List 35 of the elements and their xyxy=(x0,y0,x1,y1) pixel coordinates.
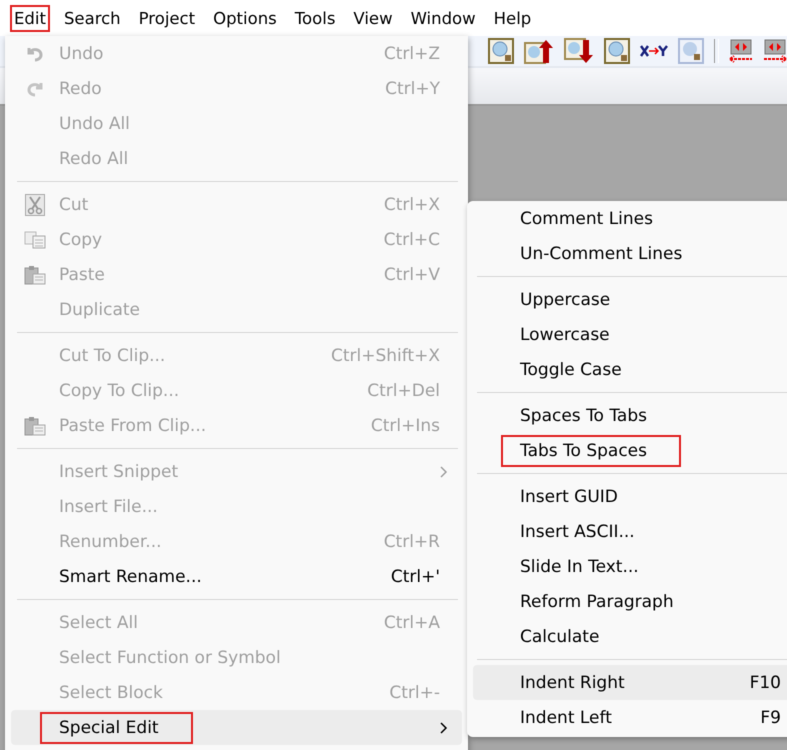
menu-bar-item[interactable]: Options xyxy=(204,4,286,32)
web-search-icon[interactable] xyxy=(678,38,704,64)
clipboard-icon xyxy=(24,416,46,436)
find-down-icon[interactable] xyxy=(564,38,594,64)
scissors-icon xyxy=(25,194,45,216)
menu-item[interactable]: Smart Rename... Ctrl+' xyxy=(11,559,462,594)
menu-bar-item[interactable]: Search xyxy=(54,4,130,32)
copy-icon xyxy=(24,230,46,248)
menu-bar-item[interactable]: Edit xyxy=(10,4,50,32)
menu-bar-item[interactable]: Window xyxy=(402,4,485,32)
menu-item[interactable]: Insert GUID xyxy=(473,479,787,514)
bookmark-left-icon[interactable] xyxy=(729,39,753,63)
menu-item[interactable]: Toggle Case xyxy=(473,352,787,387)
magnifier-icon[interactable] xyxy=(604,38,630,64)
menu-item[interactable]: Reform Paragraph xyxy=(473,584,787,619)
menu-item[interactable]: Calculate xyxy=(473,619,787,654)
magnifier-icon[interactable] xyxy=(488,38,514,64)
menu-bar-item[interactable]: Tools xyxy=(286,4,344,32)
menu-bar-item[interactable]: View xyxy=(344,4,402,32)
bookmark-right-icon[interactable] xyxy=(763,39,787,63)
swap-icon[interactable] xyxy=(640,44,668,58)
menu-item[interactable]: Slide In Text... xyxy=(473,549,787,584)
menu-item[interactable]: Lowercase xyxy=(473,317,787,352)
menu-item[interactable]: Special Edit xyxy=(11,710,462,745)
menu-item[interactable]: Insert ASCII... xyxy=(473,514,787,549)
menu-item[interactable]: Indent Right F10 xyxy=(473,665,787,700)
clipboard-icon xyxy=(24,264,46,284)
menu-item[interactable]: Spaces To Tabs xyxy=(473,398,787,433)
menu-item[interactable]: Uppercase xyxy=(473,282,787,317)
menu-item[interactable]: Indent Left F9 xyxy=(473,700,787,735)
menu-bar-item[interactable]: Help xyxy=(484,4,540,32)
menu-item[interactable]: Un-Comment Lines xyxy=(473,236,787,271)
menu-bar-item[interactable]: Project xyxy=(130,4,204,32)
menu-item[interactable]: Comment Lines xyxy=(473,201,787,236)
find-up-icon[interactable] xyxy=(524,38,554,64)
